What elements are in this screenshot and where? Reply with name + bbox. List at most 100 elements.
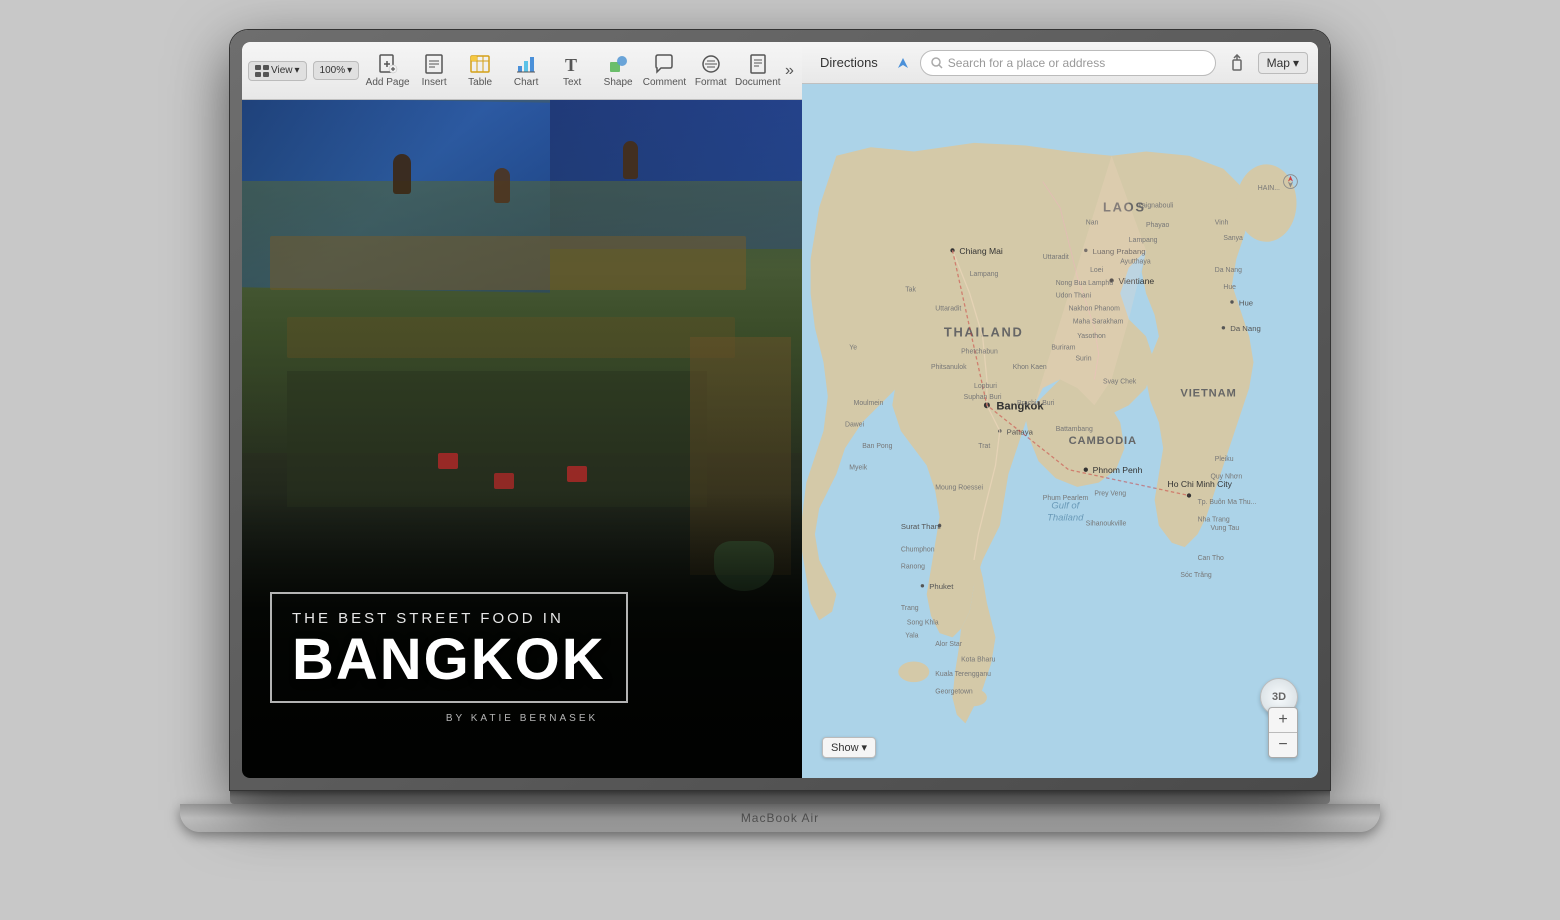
svg-text:Phitsanulok: Phitsanulok <box>931 364 967 371</box>
search-placeholder: Search for a place or address <box>948 56 1105 70</box>
svg-text:Myeik: Myeik <box>849 465 868 472</box>
format-label: Format <box>695 77 727 88</box>
more-button[interactable]: » <box>783 51 796 91</box>
svg-text:Suphan Buri: Suphan Buri <box>964 394 1002 401</box>
document-label: Document <box>735 77 781 88</box>
svg-text:Tp. Buôn Ma Thu...: Tp. Buôn Ma Thu... <box>1198 499 1257 506</box>
svg-text:HAIN...: HAIN... <box>1258 185 1280 192</box>
zoom-button[interactable]: 100% ▾ <box>313 61 360 80</box>
chair-1 <box>438 453 458 469</box>
person-1 <box>393 154 411 194</box>
svg-text:Chiang Mai: Chiang Mai <box>959 246 1003 256</box>
view-button[interactable]: View ▾ <box>248 61 307 81</box>
show-button[interactable]: Show ▾ <box>822 737 876 758</box>
comment-icon <box>653 53 675 75</box>
screen-bezel: View ▾ 100% ▾ <box>230 30 1330 790</box>
svg-text:Nha Trang: Nha Trang <box>1198 516 1230 523</box>
chair-3 <box>494 473 514 489</box>
maps-toolbar: Directions <box>802 42 1318 84</box>
document-icon <box>747 53 769 75</box>
screen-content: View ▾ 100% ▾ <box>242 42 1318 778</box>
format-button[interactable]: Format <box>689 49 733 92</box>
svg-text:T: T <box>565 55 577 74</box>
text-button[interactable]: T Text <box>550 49 594 92</box>
svg-text:Lopburi: Lopburi <box>974 383 997 390</box>
chair-2 <box>567 466 587 482</box>
svg-text:Lampang: Lampang <box>1129 237 1158 244</box>
svg-text:Sihanoukville: Sihanoukville <box>1086 521 1127 528</box>
svg-text:Yasothon: Yasothon <box>1077 333 1106 340</box>
svg-text:Dawei: Dawei <box>845 422 865 429</box>
share-button[interactable] <box>1224 50 1250 76</box>
directions-button[interactable]: Directions <box>812 52 886 73</box>
comment-label: Comment <box>643 77 686 88</box>
svg-text:Georgetown: Georgetown <box>935 688 973 695</box>
svg-text:Chumphon: Chumphon <box>901 546 935 553</box>
svg-text:THAILAND: THAILAND <box>944 324 1024 339</box>
add-page-icon <box>377 53 399 75</box>
svg-text:Lampang: Lampang <box>970 271 999 278</box>
map-container[interactable]: Gulf of Thailand <box>802 84 1318 778</box>
person-2 <box>494 168 510 203</box>
svg-text:Phetchabun: Phetchabun <box>961 349 998 356</box>
food-table-2 <box>287 317 735 358</box>
table-button[interactable]: Table <box>458 49 502 92</box>
svg-text:Xaignabouli: Xaignabouli <box>1137 202 1173 209</box>
svg-text:Hue: Hue <box>1239 298 1253 307</box>
chart-label: Chart <box>514 77 538 88</box>
zoom-in-button[interactable]: + <box>1269 708 1297 732</box>
map-type-button[interactable]: Map ▾ <box>1258 52 1308 74</box>
svg-text:Battambang: Battambang <box>1056 426 1093 433</box>
zoom-out-button[interactable]: − <box>1269 733 1297 757</box>
svg-text:Trat: Trat <box>978 443 990 450</box>
svg-text:Kuala Terengganu: Kuala Terengganu <box>935 671 991 678</box>
svg-text:Uttaradit: Uttaradit <box>935 306 961 313</box>
compass-label: 3D <box>1272 691 1286 703</box>
book-title-main: BANGKOK <box>292 631 606 689</box>
macbook-model-label: MacBook Air <box>741 811 819 825</box>
book-author: BY KATIE BERNASEK <box>270 713 774 724</box>
svg-text:Svay Chek: Svay Chek <box>1103 379 1137 386</box>
svg-text:Sóc Trăng: Sóc Trăng <box>1180 572 1212 579</box>
svg-text:Ban Pong: Ban Pong <box>862 443 892 450</box>
view-label: View <box>271 65 293 76</box>
insert-button[interactable]: Insert <box>412 49 456 92</box>
pages-toolbar: View ▾ 100% ▾ <box>242 42 802 100</box>
svg-text:Moung Roessei: Moung Roessei <box>935 484 983 491</box>
zoom-value: 100% <box>320 65 346 76</box>
person-3 <box>623 141 638 179</box>
svg-text:Pleiku: Pleiku <box>1215 456 1234 463</box>
svg-text:Ho Chi Minh City: Ho Chi Minh City <box>1168 479 1233 489</box>
document-button[interactable]: Document <box>735 49 781 92</box>
svg-text:Sanya: Sanya <box>1223 235 1243 242</box>
macbook-bottom: MacBook Air <box>180 790 1380 832</box>
show-label: Show <box>831 742 859 754</box>
svg-text:CAMBODIA: CAMBODIA <box>1069 435 1137 447</box>
insert-icon <box>423 53 445 75</box>
book-subtitle: THE BEST STREET FOOD IN <box>292 610 606 627</box>
svg-text:Kota Bharu: Kota Bharu <box>961 656 996 663</box>
map-type-chevron-icon: ▾ <box>1293 56 1299 70</box>
shape-button[interactable]: Shape <box>596 49 640 92</box>
chart-button[interactable]: Chart <box>504 49 548 92</box>
svg-text:Surat Thani: Surat Thani <box>901 522 941 531</box>
insert-label: Insert <box>422 77 447 88</box>
svg-text:Moulmein: Moulmein <box>854 400 884 407</box>
text-icon: T <box>561 53 583 75</box>
location-arrow-icon[interactable] <box>894 54 912 72</box>
svg-text:Phnom Penh: Phnom Penh <box>1093 465 1143 475</box>
svg-text:Ranong: Ranong <box>901 564 925 571</box>
svg-text:Nan: Nan <box>1086 220 1099 227</box>
add-page-label: Add Page <box>366 77 410 88</box>
pages-app: View ▾ 100% ▾ <box>242 42 802 778</box>
directions-label: Directions <box>820 55 878 70</box>
svg-text:Buriram: Buriram <box>1051 344 1075 351</box>
svg-text:Surin: Surin <box>1075 355 1091 362</box>
svg-text:Da Nang: Da Nang <box>1230 324 1261 333</box>
add-page-button[interactable]: Add Page <box>365 49 410 92</box>
svg-text:Gulf of: Gulf of <box>1051 500 1080 511</box>
maps-search-bar[interactable]: Search for a place or address <box>920 50 1216 76</box>
svg-text:Loei: Loei <box>1090 267 1103 274</box>
comment-button[interactable]: Comment <box>642 49 687 92</box>
split-view: View ▾ 100% ▾ <box>242 42 1318 778</box>
